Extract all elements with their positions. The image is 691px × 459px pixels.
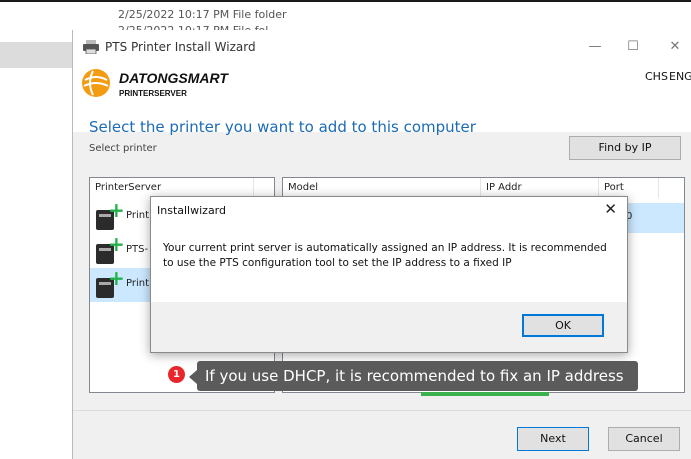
minimize-button[interactable]: —: [581, 36, 609, 58]
annotation-number-badge: 1: [168, 366, 185, 383]
column-header-port[interactable]: Port: [599, 178, 659, 198]
maximize-button[interactable]: ☐: [619, 36, 647, 58]
title-bar: PTS Printer Install Wizard — ☐ ✕: [73, 30, 691, 64]
printer-icon: [83, 40, 99, 54]
cancel-button[interactable]: Cancel: [608, 427, 680, 451]
page-title: Select the printer you want to add to th…: [89, 118, 476, 136]
window-title: PTS Printer Install Wizard: [105, 40, 256, 54]
printer-add-icon: +: [96, 234, 125, 264]
language-eng-link[interactable]: ENG: [669, 70, 691, 83]
datongsmart-logo-icon: [82, 69, 110, 97]
list-item-label: Print: [126, 210, 150, 221]
background-panel: [0, 42, 72, 68]
ok-button[interactable]: OK: [522, 314, 604, 337]
printer-add-icon: +: [96, 268, 125, 298]
list-item-label: PTS-: [126, 244, 149, 255]
column-header-ip-addr[interactable]: IP Addr: [481, 178, 599, 198]
background-file-row: 2/25/2022 10:17 PM File folder: [118, 8, 287, 21]
page-subtitle: Select printer: [89, 143, 157, 154]
column-header-printerserver[interactable]: PrinterServer: [90, 178, 254, 198]
next-button[interactable]: Next: [517, 427, 589, 451]
tooltip-arrow: [189, 370, 197, 384]
find-by-ip-button[interactable]: Find by IP: [569, 136, 681, 160]
dialog-message: Your current print server is automatical…: [163, 242, 607, 269]
footer-divider: [73, 410, 691, 411]
annotation-text: If you use DHCP, it is recommended to fi…: [205, 367, 624, 385]
close-button[interactable]: ✕: [661, 36, 689, 58]
dialog-title: Installwizard: [157, 204, 226, 217]
dialog-close-icon[interactable]: ✕: [604, 200, 617, 218]
printer-add-icon: +: [96, 200, 125, 230]
column-header-model[interactable]: Model: [283, 178, 481, 198]
brand-subtitle: PRINTERSERVER: [119, 89, 187, 98]
installwizard-dialog: Installwizard ✕ Your current print serve…: [150, 196, 628, 353]
language-chs-link[interactable]: CHS: [645, 70, 668, 83]
dialog-button-bar: OK: [151, 302, 627, 352]
progress-indicator: [421, 392, 549, 396]
annotation-tooltip: If you use DHCP, it is recommended to fi…: [197, 361, 638, 391]
brand-name: DATONGSMART: [119, 70, 228, 86]
background-window-edge: [0, 0, 691, 2]
list-item-label: Print: [126, 278, 150, 289]
